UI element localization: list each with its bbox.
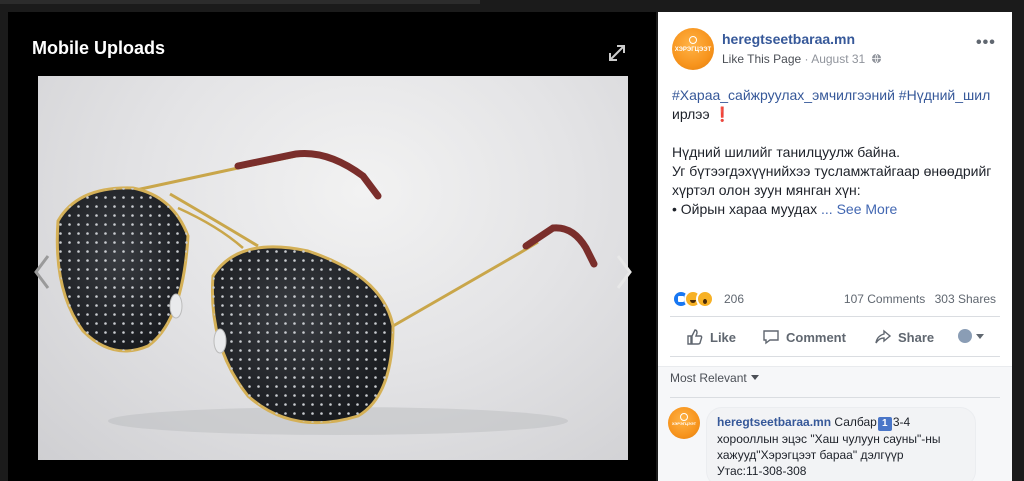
post-panel: ХЭРЭГЦЭЭТ heregtseetbaraa.mn Like This P…: [658, 12, 1012, 481]
page-name-link[interactable]: heregtseetbaraa.mn: [722, 31, 855, 47]
post-text-line: • Ойрын хараа муудах ... See More: [672, 200, 1002, 219]
sort-label: Most Relevant: [670, 371, 747, 385]
share-label: Share: [898, 330, 935, 345]
logo-mark: [680, 412, 688, 421]
share-button[interactable]: Share: [874, 328, 934, 346]
top-strip: [0, 0, 480, 4]
pinhole-glasses-image: [55, 149, 598, 435]
like-label: Like: [710, 330, 737, 345]
viewer-avatar-dropdown[interactable]: [958, 329, 984, 344]
number-badge: 1: [877, 417, 892, 431]
wow-reaction-icon: [696, 290, 714, 308]
comment-avatar[interactable]: ХЭРЭГЦЭЭТ: [668, 407, 700, 439]
meta-separator: ·: [804, 52, 809, 66]
post-text-line: #Хараа_сайжруулах_эмчилгээний #Нүдний_ши…: [672, 86, 1002, 105]
globe-icon: [871, 53, 881, 64]
avatar-logo-text: ХЭРЭГЦЭЭТ: [671, 421, 697, 427]
exclamation-icon: ❗: [713, 106, 731, 122]
share-icon: [875, 329, 892, 344]
comments-section: Most Relevant ХЭРЭГЦЭЭТ heregtseetbaraa.…: [658, 366, 1012, 481]
post-line-1: Нүдний шилийг танилцуулж байна.: [672, 144, 901, 160]
post-meta: Like This Page · August 31: [722, 52, 882, 66]
top-bar: [0, 0, 1024, 10]
like-page-link[interactable]: Like This Page: [722, 52, 801, 66]
divider: [670, 397, 1000, 398]
divider: [670, 316, 1000, 317]
post-line-2: Уг бүтээгдэхүүнийхээ тусламжтайгаар өнөө…: [672, 163, 992, 198]
like-button[interactable]: Like: [686, 328, 736, 346]
comment-bubble: heregtseetbaraa.mn Салбар 1 3-4 хорооллын …: [706, 407, 976, 481]
post-arrived-text: ирлээ: [672, 106, 710, 122]
hashtags[interactable]: #Хараа_сайжруулах_эмчилгээний #Нүдний_ши…: [672, 87, 990, 103]
comments-count-link[interactable]: 107 Comments: [844, 292, 925, 306]
comment-phone: Утас:11-308-308: [717, 464, 807, 478]
comment-text: Салбар: [834, 415, 877, 429]
photo-viewer: Mobile Uploads: [8, 12, 656, 481]
chevron-down-icon: [976, 334, 984, 339]
comment-label: Comment: [786, 330, 846, 345]
viewer-avatar: [958, 329, 972, 343]
comment-icon: [763, 330, 779, 345]
avatar-logo-text: ХЭРЭГЦЭЭТ: [674, 46, 712, 53]
divider: [670, 356, 1000, 357]
shares-count-link[interactable]: 303 Shares: [935, 292, 996, 306]
album-title: Mobile Uploads: [32, 38, 166, 58]
previous-photo-arrow-icon[interactable]: [30, 252, 54, 292]
page-avatar[interactable]: ХЭРЭГЦЭЭТ: [672, 28, 714, 70]
engagement-counts: 107 Comments 303 Shares: [844, 292, 996, 306]
post-text-line: ирлээ ❗: [672, 105, 1002, 124]
reaction-count[interactable]: 206: [724, 292, 744, 306]
more-options-icon[interactable]: •••: [976, 34, 996, 52]
comment-sort-dropdown[interactable]: Most Relevant: [670, 371, 759, 385]
comment-button[interactable]: Comment: [762, 328, 846, 346]
screen: Mobile Uploads ХЭРЭГЦЭЭТ heregtseetbaraa…: [0, 0, 1024, 481]
next-photo-arrow-icon[interactable]: [612, 252, 636, 292]
thumbs-up-icon: [687, 329, 703, 345]
product-photo: [38, 76, 628, 460]
see-more-link[interactable]: ... See More: [821, 201, 897, 217]
post-date[interactable]: August 31: [811, 52, 865, 66]
post-text: #Хараа_сайжруулах_эмчилгээний #Нүдний_ши…: [672, 86, 1002, 219]
expand-icon[interactable]: [606, 42, 628, 64]
post-line-3: • Ойрын хараа муудах: [672, 201, 818, 217]
logo-mark: [689, 35, 697, 44]
action-bar: Like Comment Share: [670, 322, 1000, 354]
comment-author-link[interactable]: heregtseetbaraa.mn: [717, 415, 831, 429]
chevron-down-icon: [750, 375, 759, 380]
